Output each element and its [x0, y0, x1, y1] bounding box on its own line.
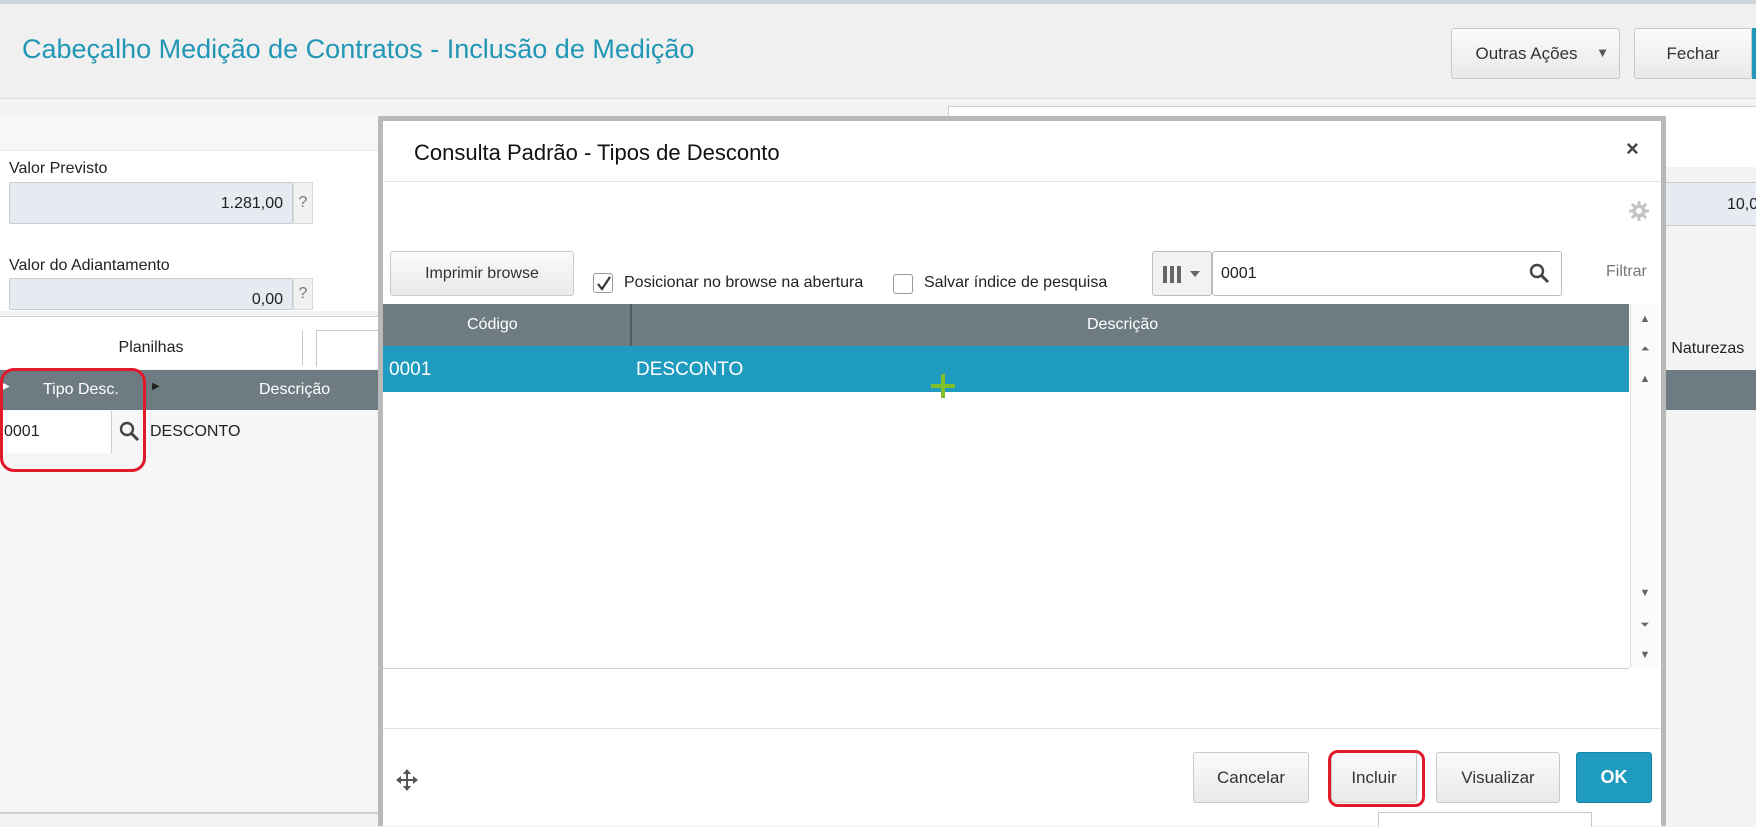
row-descricao: DESCONTO [636, 359, 744, 380]
descricao-cell: DESCONTO [150, 423, 241, 440]
move-icon[interactable] [396, 769, 418, 791]
scroll-page-down-icon[interactable]: ⏷ [1634, 614, 1656, 636]
scroll-top-icon[interactable]: ▲ [1634, 308, 1656, 330]
col-descricao[interactable]: Descrição [259, 381, 330, 399]
outras-acoes-label: Outras Ações [1475, 43, 1578, 63]
scroll-down-icon[interactable]: ▼ [1634, 582, 1656, 604]
valor-previsto-label: Valor Previsto [9, 160, 108, 177]
row-codigo: 0001 [389, 359, 432, 380]
tab-planilhas[interactable]: Planilhas [0, 330, 303, 366]
divider [383, 728, 1661, 729]
right-grid-header [1658, 370, 1756, 410]
form-strip [0, 116, 378, 151]
highlight-annotation [1328, 750, 1425, 807]
visualizar-button[interactable]: Visualizar [1436, 752, 1560, 803]
outras-acoes-button[interactable]: Outras Ações ▼ [1451, 28, 1620, 79]
caret-down-icon: ▼ [1596, 45, 1609, 60]
scroll-page-up-icon[interactable]: ⏶ [1634, 338, 1656, 360]
cancelar-button[interactable]: Cancelar [1193, 752, 1309, 803]
fechar-button[interactable]: Fechar [1634, 28, 1752, 79]
search-input[interactable]: 0001 [1212, 251, 1562, 296]
col-codigo[interactable]: Código [467, 316, 518, 334]
divider [383, 181, 1661, 182]
posicionar-checkbox[interactable] [593, 273, 613, 293]
table-body [383, 392, 1629, 669]
salvar-indice-checkbox[interactable] [893, 274, 913, 294]
posicionar-label: Posicionar no browse na abertura [624, 274, 864, 291]
scroll-up-icon[interactable]: ▲ [1634, 368, 1656, 390]
imprimir-browse-button[interactable]: Imprimir browse [390, 251, 574, 296]
valor-previsto-help-button[interactable]: ? [293, 182, 313, 224]
valor-adiantamento-field[interactable]: 0,00 [9, 278, 293, 310]
confirm-button-edge[interactable] [1752, 28, 1756, 79]
gear-icon[interactable] [1628, 200, 1650, 222]
index-selector-button[interactable] [1152, 251, 1212, 296]
filtrar-link[interactable]: Filtrar [1606, 263, 1647, 281]
valor-previsto-field[interactable]: 1.281,00 [9, 182, 293, 224]
tab-next[interactable] [316, 330, 379, 367]
scroll-bottom-icon[interactable]: ▼ [1634, 644, 1656, 666]
search-icon[interactable] [1528, 262, 1550, 284]
table-header: Código Descrição [383, 304, 1629, 346]
column-separator[interactable] [630, 304, 632, 346]
divider [0, 812, 378, 814]
table-row[interactable]: 0001 DESCONTO [383, 346, 1629, 392]
tooltip [1378, 812, 1592, 827]
valor-adiantamento-help-button[interactable]: ? [293, 278, 313, 310]
close-icon[interactable]: × [1626, 136, 1639, 162]
dialog-title: Consulta Padrão - Tipos de Desconto [414, 140, 780, 165]
cursor-crosshair-icon [930, 373, 956, 399]
column-marker-icon: ▶ [152, 381, 160, 392]
ok-button[interactable]: OK [1576, 752, 1652, 803]
col-descricao[interactable]: Descrição [1087, 316, 1158, 334]
tab-naturezas[interactable]: t. Naturezas [1658, 330, 1756, 368]
valor-adiantamento-label: Valor do Adiantamento [9, 257, 170, 274]
highlight-annotation [0, 368, 146, 472]
salvar-indice-label: Salvar índice de pesquisa [924, 274, 1108, 291]
page-title: Cabeçalho Medição de Contratos - Inclusã… [22, 34, 695, 64]
